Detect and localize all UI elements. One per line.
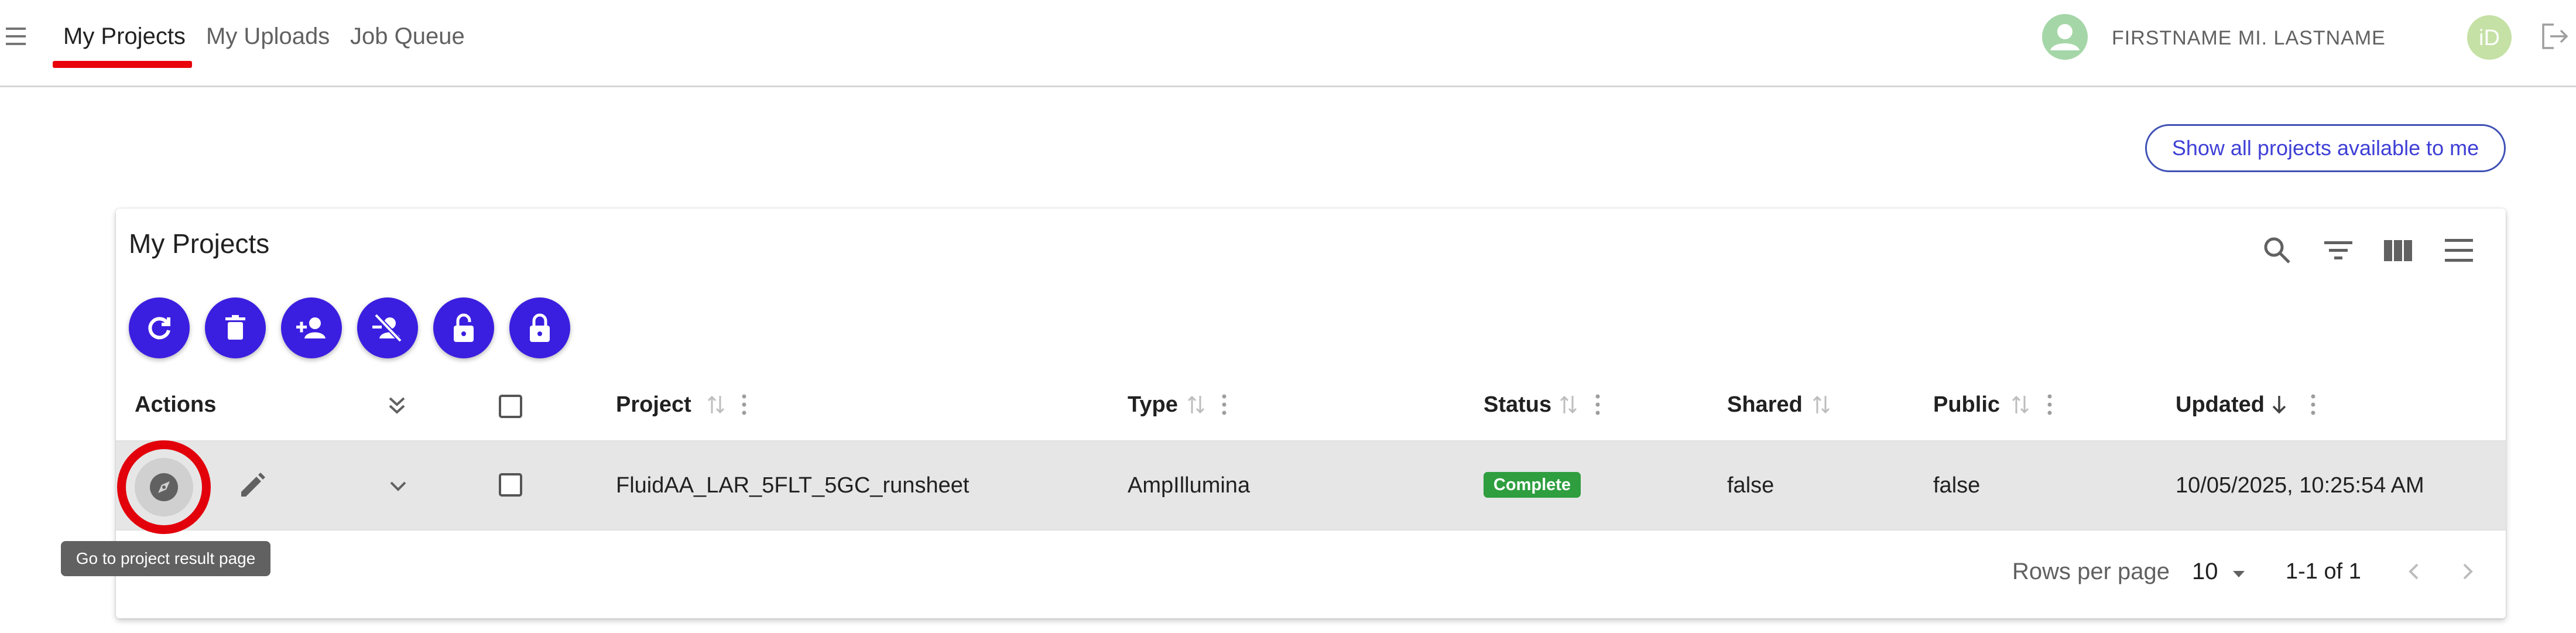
make-public-button[interactable] (433, 297, 494, 358)
project-name: FluidAA_LAR_5FLT_5GC_runsheet (616, 473, 970, 498)
search-icon[interactable] (2259, 232, 2296, 269)
column-header-shared[interactable]: Shared (1727, 391, 1803, 418)
make-private-button[interactable] (509, 297, 570, 358)
refresh-button[interactable] (129, 297, 190, 358)
sort-icon[interactable] (2009, 394, 2032, 416)
column-header-status[interactable]: Status (1484, 391, 1551, 418)
refresh-icon (148, 317, 170, 340)
row-checkbox[interactable] (499, 473, 522, 497)
lock-open-icon (454, 313, 474, 342)
shared-value: false (1727, 473, 1775, 498)
highlight-circle (117, 440, 211, 534)
sort-icon[interactable] (1557, 394, 1580, 416)
caret-down-icon[interactable] (2227, 562, 2250, 586)
orcid-icon[interactable]: iD (2467, 15, 2512, 60)
column-header-project[interactable]: Project (616, 391, 691, 418)
public-value: false (1933, 473, 1981, 498)
column-menu-icon[interactable] (1594, 392, 1602, 417)
show-all-projects-button[interactable]: Show all projects available to me (2145, 124, 2506, 172)
table-row[interactable]: FluidAA_LAR_5FLT_5GC_runsheet AmpIllumin… (116, 442, 2506, 529)
top-app-bar: My Projects My Uploads Job Queue FIRSTNA… (0, 0, 2576, 87)
expand-all-icon[interactable] (385, 394, 409, 417)
column-header-updated[interactable]: Updated (2176, 391, 2265, 418)
status-badge: Complete (1484, 472, 1581, 498)
user-avatar-icon[interactable] (2042, 14, 2088, 60)
column-header-type[interactable]: Type (1128, 391, 1178, 418)
edit-icon[interactable] (237, 470, 268, 501)
expand-row-icon[interactable] (386, 474, 410, 498)
nav-tab-my-projects[interactable]: My Projects (63, 22, 186, 50)
sort-descending-icon[interactable] (2268, 394, 2290, 416)
row-divider (116, 529, 2506, 531)
next-page-icon[interactable] (2452, 556, 2482, 587)
rows-per-page-select[interactable]: 10 (2192, 557, 2218, 586)
remove-user-icon (372, 313, 402, 343)
filter-icon[interactable] (2320, 232, 2357, 269)
hamburger-menu-icon[interactable] (5, 22, 33, 50)
nav-tab-job-queue[interactable]: Job Queue (350, 22, 465, 50)
select-all-checkbox[interactable] (499, 395, 522, 418)
column-menu-icon[interactable] (1220, 392, 1228, 417)
page-range: 1-1 of 1 (2286, 559, 2361, 584)
projects-table-card: My Projects Actions Project Type Status … (116, 208, 2506, 618)
lock-icon (530, 313, 550, 342)
add-user-icon (296, 317, 326, 338)
orcid-label: iD (2479, 26, 2500, 50)
sort-icon[interactable] (1185, 394, 1207, 416)
tooltip: Go to project result page (61, 541, 270, 576)
active-tab-indicator (53, 61, 192, 68)
column-menu-icon[interactable] (2309, 392, 2317, 417)
add-user-button[interactable] (281, 297, 342, 358)
view-columns-icon[interactable] (2379, 232, 2417, 269)
delete-button[interactable] (205, 297, 266, 358)
remove-user-button[interactable] (357, 297, 418, 358)
previous-page-icon[interactable] (2399, 556, 2430, 587)
column-menu-icon[interactable] (740, 392, 748, 417)
user-name: FIRSTNAME MI. LASTNAME (2112, 27, 2386, 49)
column-header-actions: Actions (135, 392, 217, 417)
card-title: My Projects (129, 228, 270, 259)
column-header-public[interactable]: Public (1933, 391, 2000, 418)
menu-icon[interactable] (2440, 232, 2478, 269)
sort-icon[interactable] (705, 394, 727, 416)
updated-value: 10/05/2025, 10:25:54 AM (2176, 473, 2424, 498)
rows-per-page-label: Rows per page (2012, 559, 2170, 584)
column-menu-icon[interactable] (2046, 392, 2054, 417)
delete-icon (225, 315, 245, 340)
project-type: AmpIllumina (1128, 473, 1251, 498)
nav-tab-my-uploads[interactable]: My Uploads (206, 22, 330, 50)
sort-icon[interactable] (1810, 394, 1832, 416)
logout-icon[interactable] (2537, 20, 2570, 53)
